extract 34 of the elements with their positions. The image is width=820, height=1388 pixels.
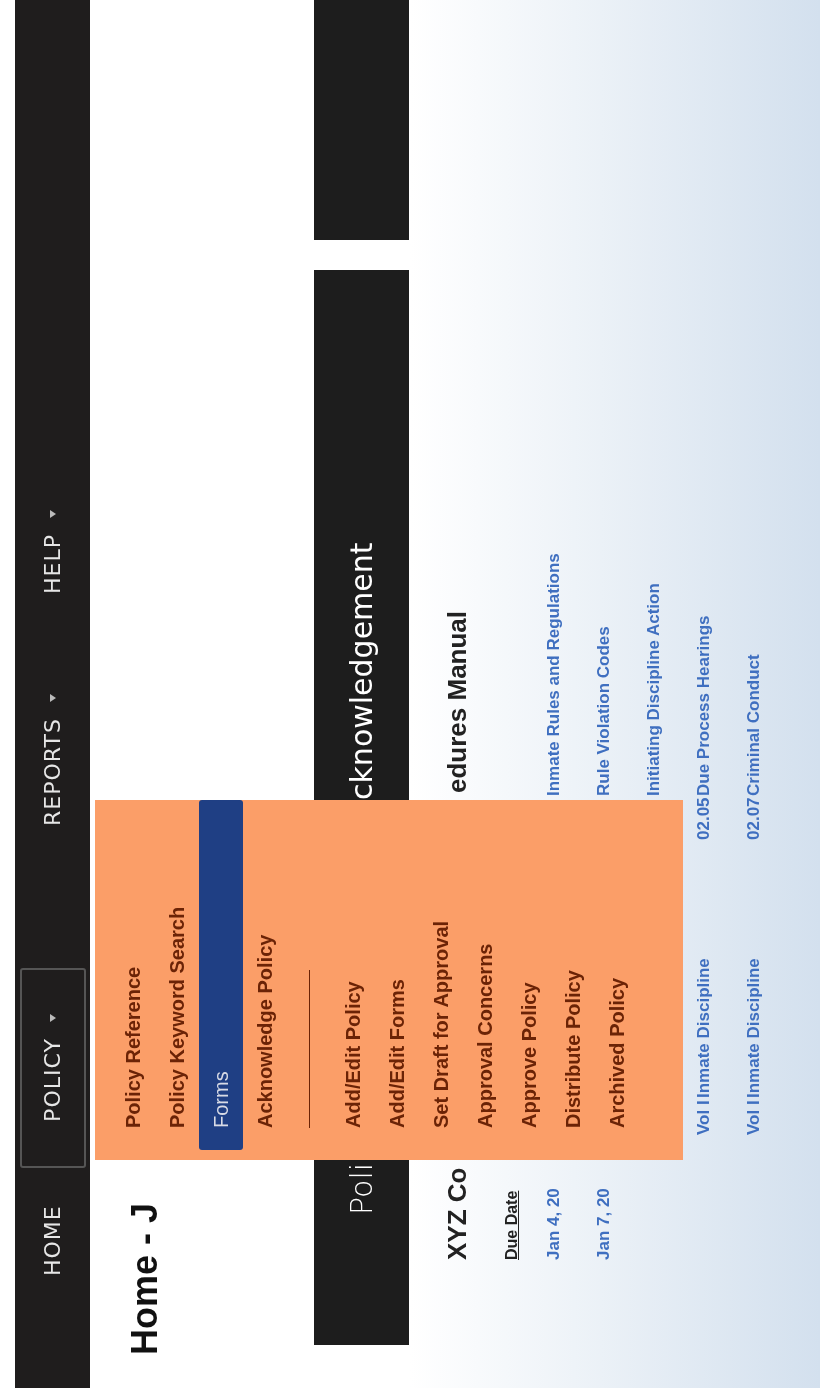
policy-link[interactable]: Initiating Discipline Action <box>644 583 663 796</box>
menu-item[interactable]: Policy Reference <box>111 800 155 1150</box>
nav-tab[interactable]: POLICY <box>19 968 86 1168</box>
nav-tab[interactable]: REPORTS <box>19 672 86 848</box>
menu-item[interactable]: Approve Policy <box>507 800 551 1150</box>
table-cell: Vol I <box>694 1100 713 1135</box>
menu-item[interactable]: Add/Edit Forms <box>375 800 419 1150</box>
policy-link[interactable]: Criminal Conduct <box>744 654 763 796</box>
column-header[interactable]: Due Date <box>503 1190 521 1260</box>
menu-item[interactable]: Policy Keyword Search <box>155 800 199 1150</box>
manual-heading: edures Manual <box>441 610 473 793</box>
menu-item[interactable]: Distribute Policy <box>551 800 595 1150</box>
menu-item[interactable]: Add/Edit Policy <box>331 800 375 1150</box>
menu-item[interactable]: Forms <box>199 800 243 1150</box>
policy-link[interactable]: Inmate Rules and Regulations <box>544 553 563 796</box>
banner-text: cknowledgement <box>344 542 379 800</box>
table-cell: Inmate Discipline <box>694 958 713 1098</box>
menu-item[interactable]: Set Draft for Approval <box>419 800 463 1150</box>
menu-item[interactable]: Acknowledge Policy <box>243 800 287 1150</box>
date-link[interactable]: Jan 4, 20 <box>544 1188 563 1260</box>
date-link[interactable]: Jan 7, 20 <box>594 1188 613 1260</box>
nav-tab[interactable]: HOME <box>19 1183 86 1298</box>
policy-link[interactable]: Due Process Hearings <box>694 615 713 796</box>
page-title: Home - J <box>123 1202 166 1355</box>
table-cell: Vol I <box>744 1100 763 1135</box>
table-cell: 02.05 <box>694 797 713 840</box>
table-cell: 02.07 <box>744 797 763 840</box>
menu-item[interactable]: Approval Concerns <box>463 800 507 1150</box>
table-cell: Inmate Discipline <box>744 958 763 1098</box>
manual-heading: XYZ Co <box>441 1167 473 1260</box>
nav-tab[interactable]: HELP <box>19 488 86 616</box>
policy-link[interactable]: Rule Violation Codes <box>594 626 613 796</box>
banner-text: Poli <box>344 1165 379 1215</box>
menu-item[interactable]: Archived Policy <box>595 800 639 1150</box>
